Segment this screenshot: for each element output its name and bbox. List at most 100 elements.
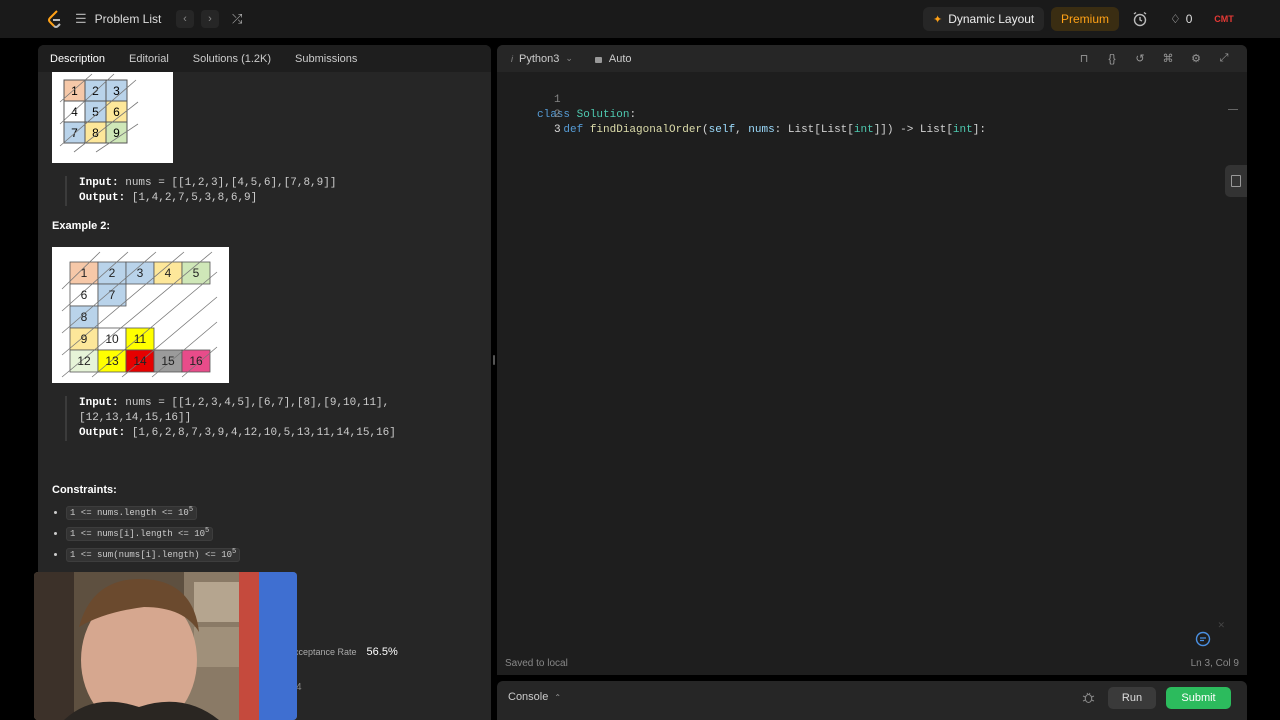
constraint-item: 1 <= sum(nums[i].length) <= 105	[66, 548, 241, 562]
chevron-up-icon: ⌃	[554, 692, 562, 702]
grid2-cell-8: 8	[81, 310, 88, 324]
user-avatar[interactable]: CMT	[1211, 0, 1237, 38]
constraint-sup: 5	[205, 527, 210, 535]
side-notes-button[interactable]	[1225, 165, 1247, 197]
alarm-clock-icon	[1133, 11, 1147, 27]
grid2-cell-4: 4	[165, 266, 172, 280]
acceptance-label: Acceptance Rate	[288, 647, 357, 657]
dynamic-layout-label: Dynamic Layout	[948, 12, 1035, 26]
tab-submissions[interactable]: Submissions	[283, 45, 369, 72]
constraint-sup: 5	[188, 506, 194, 514]
problem-list-label: Problem List	[94, 12, 162, 26]
run-label: Run	[1121, 692, 1143, 704]
chat-bubble-icon	[1195, 631, 1211, 647]
logo-icon	[48, 10, 61, 28]
example2-output-value: [1,6,2,8,7,3,9,4,12,10,5,13,11,14,15,16]	[131, 427, 396, 439]
acceptance-rate: Acceptance Rate 56.5%	[288, 646, 398, 658]
webcam-overlay	[34, 572, 297, 720]
settings-gear-icon[interactable]: ⚙	[1187, 50, 1205, 68]
grid2-cell-16: 16	[189, 354, 203, 368]
constraint-item: 1 <= nums[i].length <= 105	[66, 527, 240, 541]
example2-heading: Example 2:	[52, 220, 111, 232]
grid1-cell-4: 4	[71, 105, 78, 119]
sparkle-icon: ✦	[933, 13, 943, 26]
format-braces-icon[interactable]: {}	[1103, 50, 1121, 68]
fullscreen-icon[interactable]: ⤢	[1215, 50, 1233, 68]
code-text: def findDiagonalOrder(self, nums: List[L…	[563, 124, 986, 136]
streak-counter[interactable]: ♢ 0	[1170, 0, 1192, 38]
dynamic-layout-button[interactable]: ✦ Dynamic Layout	[923, 0, 1045, 38]
premium-button[interactable]: Premium	[1051, 0, 1120, 38]
constraint-sup: 5	[232, 548, 237, 556]
webcam-video-image	[34, 572, 297, 720]
constraints-list: 1 <= nums.length <= 105 1 <= nums[i].len…	[52, 500, 241, 562]
grid2-cell-15: 15	[161, 354, 175, 368]
shuffle-icon: ⤮	[232, 11, 243, 26]
lock-icon	[594, 56, 602, 63]
timer-button[interactable]	[1132, 0, 1148, 38]
example1-input-value: nums = [[1,2,3],[4,5,6],[7,8,9]]	[125, 177, 337, 189]
grid2-cell-11: 11	[134, 332, 147, 346]
console-bar: Console ⌃ Run Submit	[497, 681, 1247, 720]
acceptance-value: 56.5%	[366, 646, 398, 658]
bookmark-icon[interactable]: ⊓	[1075, 50, 1093, 68]
line-number: 2	[554, 109, 561, 121]
save-status: Saved to local	[505, 658, 568, 669]
cursor-position: Ln 3, Col 9	[1190, 658, 1239, 669]
example2-output-label: Output:	[79, 427, 126, 439]
code-line: 3	[497, 108, 561, 136]
auto-label: Auto	[608, 52, 632, 65]
grid1-cell-3: 3	[113, 84, 120, 98]
drag-handle-icon	[493, 355, 495, 365]
console-label: Console	[508, 691, 549, 703]
minimap-marker	[1228, 109, 1238, 110]
grid2-cell-12: 12	[77, 354, 91, 368]
dismiss-icon[interactable]: ✕	[1217, 620, 1225, 631]
feedback-button[interactable]	[1193, 629, 1213, 649]
list-icon: ☰	[75, 11, 87, 26]
bug-icon	[1082, 692, 1094, 703]
shortcuts-icon[interactable]: ⌘	[1159, 50, 1177, 68]
example1-diagram: 1 2 3 4 5 6 7 8 9	[52, 72, 173, 163]
chevron-left-icon: ‹	[176, 10, 194, 28]
shuffle-button[interactable]: ⤮	[232, 0, 242, 38]
leetcode-logo[interactable]	[47, 0, 63, 38]
grid2-cell-13: 13	[105, 354, 119, 368]
submit-button[interactable]: Submit	[1166, 687, 1231, 709]
grid2-cell-5: 5	[193, 266, 200, 280]
prev-problem-button[interactable]: ‹	[176, 0, 194, 38]
info-icon: i	[511, 53, 513, 64]
debug-button[interactable]	[1080, 689, 1096, 705]
problem-list-link[interactable]: ☰ Problem List	[75, 0, 161, 38]
grid2-cell-7: 7	[109, 288, 116, 302]
grid2-cell-9: 9	[81, 332, 88, 346]
auto-mode-toggle[interactable]: Auto	[594, 52, 632, 65]
next-problem-button[interactable]: ›	[201, 0, 219, 38]
language-select[interactable]: i Python3 ⌄	[511, 53, 573, 65]
console-toggle[interactable]: Console ⌃	[508, 681, 561, 713]
run-button[interactable]: Run	[1108, 687, 1156, 709]
grid2-cell-14: 14	[133, 354, 147, 368]
tab-description[interactable]: Description	[38, 45, 117, 72]
language-label: Python3	[519, 52, 560, 65]
tab-editorial[interactable]: Editorial	[117, 45, 181, 72]
constraint-text: 1 <= nums.length <= 10	[70, 508, 189, 518]
example2-input-label: Input:	[79, 397, 119, 409]
example2-input-value-2: [12,13,14,15,16]]	[79, 412, 192, 424]
example2-diagram: 1 2 3 4 5 6 7 8 9 10 11 12 13 14 15 16	[52, 247, 229, 383]
document-icon	[1231, 175, 1241, 187]
chevron-down-icon: ⌄	[565, 53, 573, 63]
avatar: CMT	[1211, 10, 1237, 28]
reset-icon[interactable]: ↺	[1131, 50, 1149, 68]
description-tabs: Description Editorial Solutions (1.2K) S…	[38, 45, 491, 72]
tab-solutions[interactable]: Solutions (1.2K)	[181, 45, 283, 72]
example1-output-value: [1,4,2,7,5,3,8,6,9]	[131, 192, 258, 204]
grid2-cell-6: 6	[81, 288, 88, 302]
chevron-right-icon: ›	[201, 10, 219, 28]
premium-label: Premium	[1051, 7, 1120, 31]
constraints-heading: Constraints:	[52, 484, 117, 496]
streak-count: 0	[1185, 12, 1193, 26]
example2-io: Input: nums = [[1,2,3,4,5],[6,7],[8],[9,…	[65, 396, 396, 441]
line-number: 3	[554, 124, 561, 136]
code-line: 1 class Solution:	[497, 78, 636, 121]
